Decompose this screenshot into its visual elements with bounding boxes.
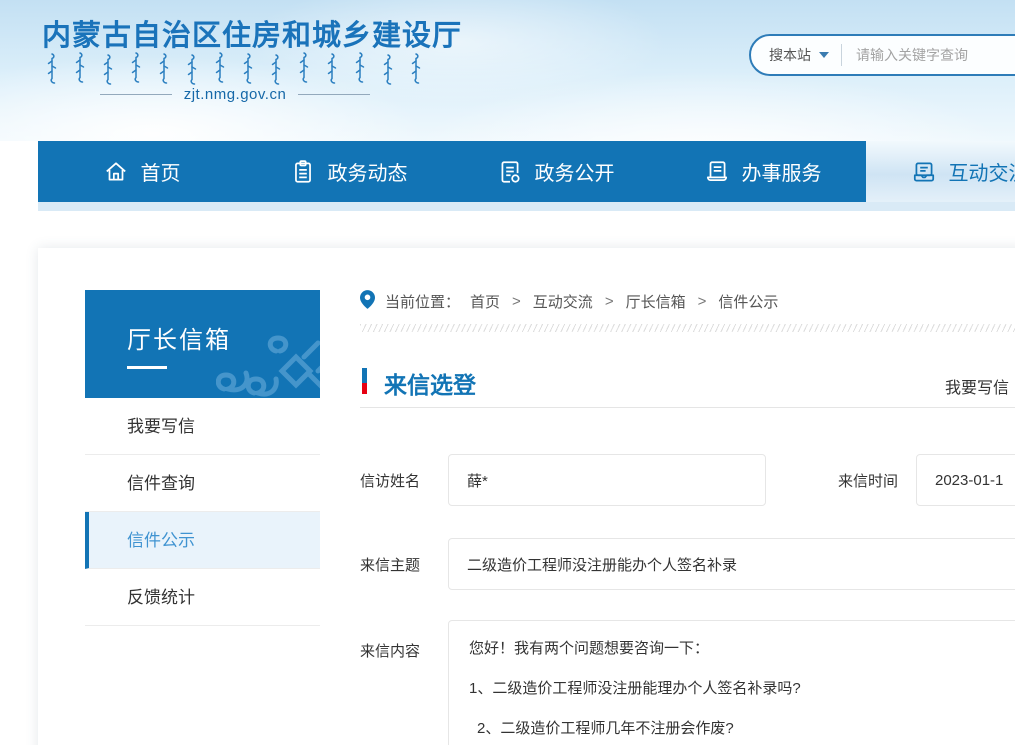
- name-label: 信访姓名: [360, 470, 448, 491]
- sidebar-item-stats[interactable]: 反馈统计: [85, 569, 320, 626]
- content-panel: 厅长信箱 我要写信 信件查询: [38, 248, 1015, 745]
- breadcrumb-link-home[interactable]: 首页: [470, 291, 500, 312]
- nav-item-label: 政务公开: [535, 157, 615, 186]
- nav-item-disclosure[interactable]: 政务公开: [452, 141, 659, 202]
- subject-field[interactable]: 二级造价工程师没注册能办个人签名补录: [448, 538, 1015, 590]
- mongolian-script: [46, 50, 431, 86]
- rule-left: [100, 94, 172, 95]
- write-letter-link[interactable]: 我要写信: [945, 374, 1009, 398]
- sidebar-title-underline: [127, 366, 167, 369]
- sidebar-item-write[interactable]: 我要写信: [85, 398, 320, 455]
- search-divider: [841, 44, 842, 66]
- sidebar-menu: 我要写信 信件查询 信件公示 反馈统计: [85, 398, 320, 626]
- form-row-subject: 来信主题 二级造价工程师没注册能办个人签名补录: [360, 538, 1015, 590]
- sidebar-header: 厅长信箱: [85, 290, 320, 398]
- sidebar: 厅长信箱 我要写信 信件查询: [85, 290, 320, 626]
- site-header: 内蒙古自治区住房和城乡建设厅 zjt.nmg.gov.cn: [0, 0, 1015, 141]
- nav-item-interaction[interactable]: 互动交流: [866, 141, 1015, 202]
- breadcrumb-prefix: 当前位置：: [385, 291, 460, 312]
- site-domain-row: zjt.nmg.gov.cn: [100, 86, 370, 103]
- nav-row: 首页 政务动态 政务公开: [38, 141, 1015, 202]
- site-domain: zjt.nmg.gov.cn: [184, 86, 287, 103]
- content-line: 1、二级造价工程师没注册能理办个人签名补录吗?: [469, 669, 1015, 709]
- content-field[interactable]: 您好！我有两个问题想要咨询一下： 1、二级造价工程师没注册能理办个人签名补录吗?…: [448, 620, 1015, 745]
- search-scope-dropdown[interactable]: 搜本站: [769, 45, 829, 65]
- name-field[interactable]: 薛*: [448, 454, 766, 506]
- nav-item-news[interactable]: 政务动态: [245, 141, 452, 202]
- site-search: 搜本站: [749, 34, 1015, 76]
- scroll-icon: [704, 159, 730, 185]
- nav-item-label: 政务动态: [328, 157, 408, 186]
- breadcrumb-separator: >: [605, 293, 614, 310]
- breadcrumb: 当前位置： 首页 > 互动交流 > 厅长信箱 > 信件公示: [360, 290, 778, 313]
- chat-icon: [911, 159, 937, 185]
- home-icon: [103, 159, 129, 185]
- time-label: 来信时间: [838, 470, 916, 491]
- subject-value: 二级造价工程师没注册能办个人签名补录: [467, 554, 737, 575]
- page: 内蒙古自治区住房和城乡建设厅 zjt.nmg.gov.cn: [0, 0, 1015, 745]
- content-line: 2、二级造价工程师几年不注册会作废?: [469, 709, 1015, 745]
- form-row-content: 来信内容 您好！我有两个问题想要咨询一下： 1、二级造价工程师没注册能理办个人签…: [360, 620, 1015, 745]
- sidebar-item-label: 信件查询: [127, 474, 195, 493]
- cloud-pattern-icon: [216, 331, 320, 398]
- main-nav: 首页 政务动态 政务公开: [38, 141, 1015, 202]
- nav-item-label: 首页: [141, 157, 181, 186]
- nav-item-label: 办事服务: [742, 157, 822, 186]
- breadcrumb-separator: >: [512, 293, 521, 310]
- breadcrumb-link-public[interactable]: 信件公示: [718, 291, 778, 312]
- nav-item-services[interactable]: 办事服务: [659, 141, 866, 202]
- document-icon: [497, 159, 523, 185]
- sidebar-item-label: 信件公示: [127, 531, 195, 550]
- sidebar-item-label: 我要写信: [127, 417, 195, 436]
- nav-strip: [38, 202, 1015, 211]
- section-title-bar: [362, 368, 367, 394]
- nav-item-home[interactable]: 首页: [38, 141, 245, 202]
- hatched-divider: [360, 324, 1015, 332]
- clipboard-icon: [290, 159, 316, 185]
- time-field[interactable]: 2023-01-1: [916, 454, 1015, 506]
- form-row-name: 信访姓名 薛* 来信时间 2023-01-1: [360, 454, 1015, 506]
- rule-right: [298, 94, 370, 95]
- page-title: 来信选登: [384, 366, 476, 400]
- name-value: 薛*: [467, 470, 488, 491]
- sidebar-item-query[interactable]: 信件查询: [85, 455, 320, 512]
- time-value: 2023-01-1: [935, 472, 1003, 489]
- chevron-down-icon: [819, 52, 829, 58]
- section-header: 来信选登 我要写信: [360, 360, 1015, 408]
- sidebar-item-label: 反馈统计: [127, 588, 195, 607]
- sidebar-item-public[interactable]: 信件公示: [85, 512, 320, 569]
- subject-label: 来信主题: [360, 554, 448, 575]
- breadcrumb-link-mailbox[interactable]: 厅长信箱: [626, 291, 686, 312]
- site-title: 内蒙古自治区住房和城乡建设厅: [42, 12, 462, 54]
- nav-item-label: 互动交流: [949, 157, 1015, 186]
- breadcrumb-link-interaction[interactable]: 互动交流: [533, 291, 593, 312]
- search-input[interactable]: [856, 47, 1006, 63]
- content-line: 您好！我有两个问题想要咨询一下：: [469, 629, 1015, 669]
- breadcrumb-separator: >: [698, 293, 707, 310]
- content-label: 来信内容: [360, 620, 448, 661]
- location-pin-icon: [360, 290, 375, 313]
- search-scope-label: 搜本站: [769, 45, 811, 65]
